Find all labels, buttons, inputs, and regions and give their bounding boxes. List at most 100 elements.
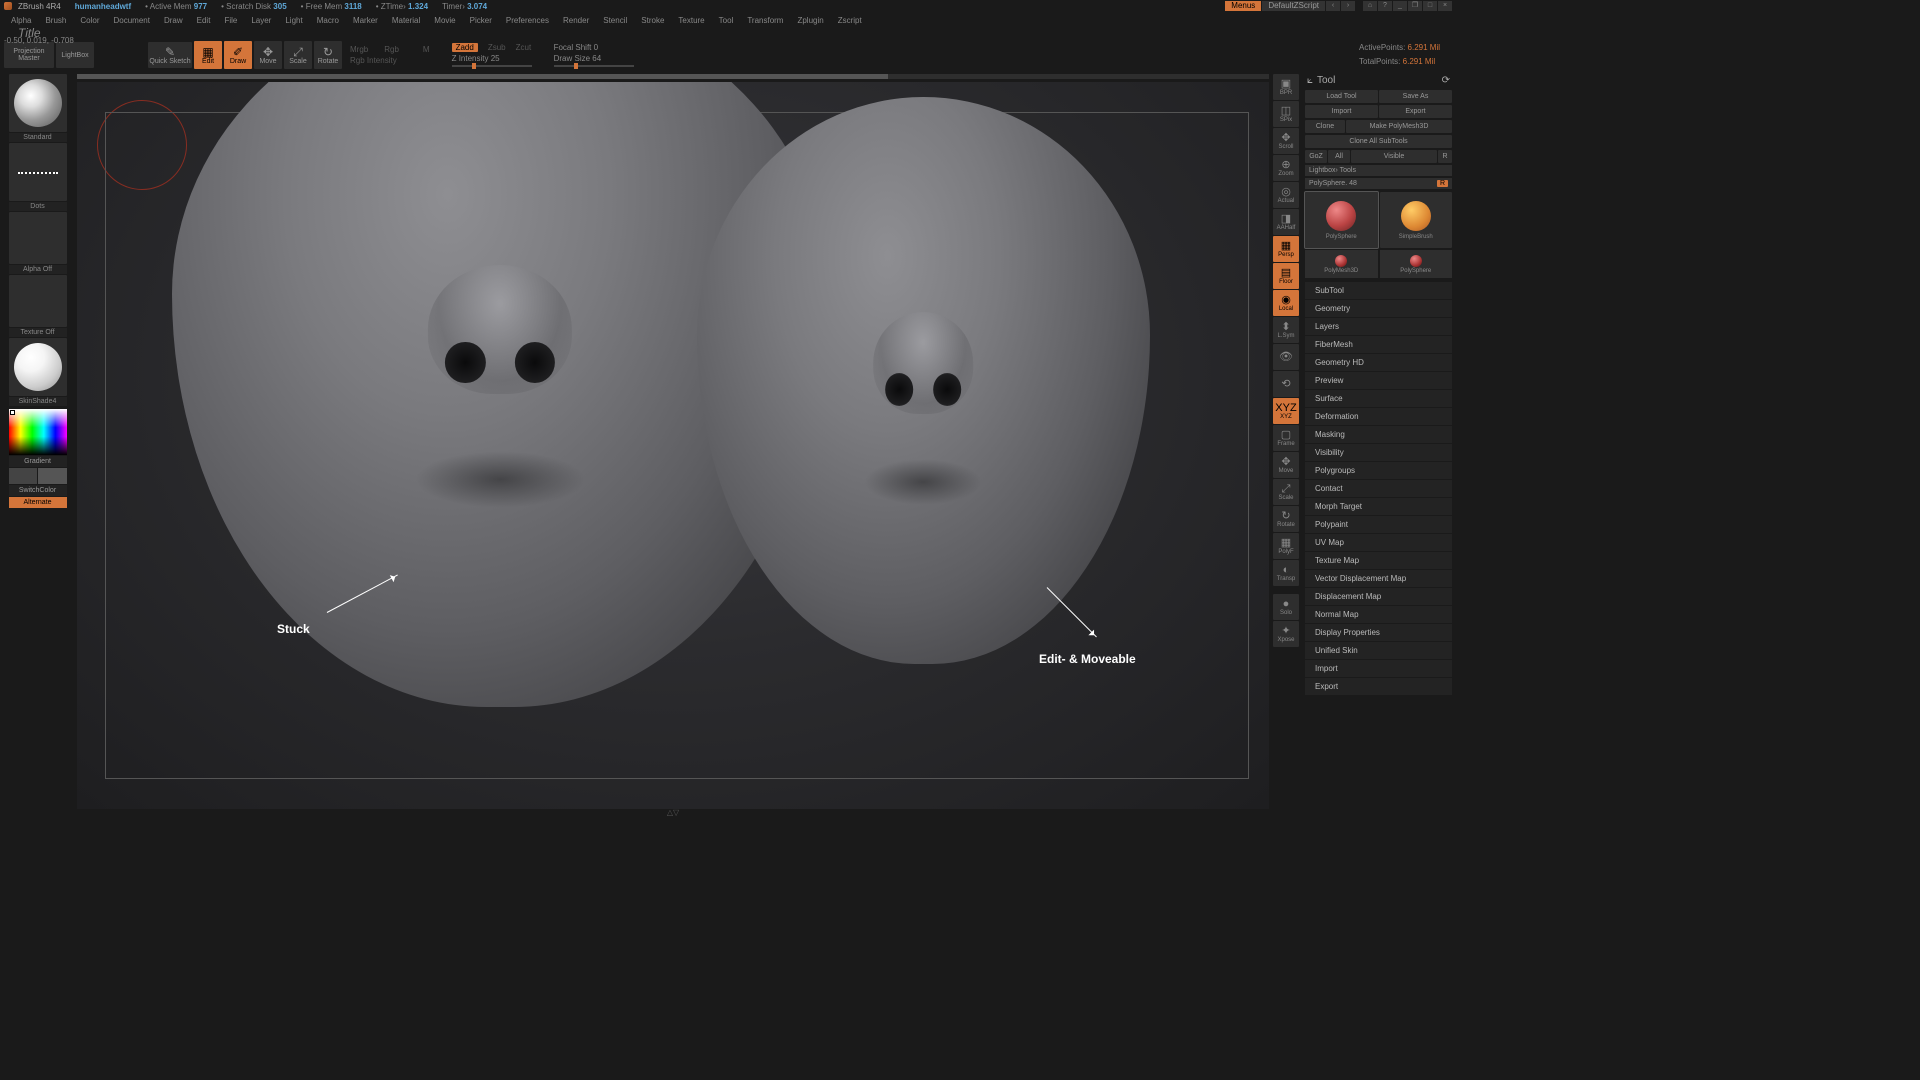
menu-zscript[interactable]: Zscript [831,16,869,25]
lightbox-tools-button[interactable]: Lightbox› Tools [1305,165,1452,176]
stroke-selector[interactable] [9,143,67,201]
goz-visible-button[interactable]: Visible [1351,150,1437,163]
menu-material[interactable]: Material [385,16,427,25]
section-export[interactable]: Export [1305,678,1452,695]
tool-thumb-SimpleBrush[interactable]: SimpleBrush [1380,192,1453,248]
z-intensity-slider[interactable] [452,65,532,67]
section-displacement-map[interactable]: Displacement Map [1305,588,1452,605]
tool-thumb-PolySphere[interactable]: PolySphere [1380,250,1453,278]
collapse-icon[interactable]: ⟳ [1442,75,1450,86]
shelf-persp[interactable]: ▦Persp [1273,236,1299,262]
shelf-bpr[interactable]: ▣BPR [1273,74,1299,100]
menu-layer[interactable]: Layer [244,16,278,25]
section-contact[interactable]: Contact [1305,480,1452,497]
shelf-spix[interactable]: ◫SPix [1273,101,1299,127]
quick-sketch-button[interactable]: ✎Quick Sketch [148,42,192,68]
default-zscript-button[interactable]: DefaultZScript [1262,1,1325,11]
import-button[interactable]: Import [1305,105,1378,118]
section-import[interactable]: Import [1305,660,1452,677]
tray-handle-icon[interactable]: △▽ [667,808,679,817]
rotate-button[interactable]: ↻Rotate [314,41,342,69]
move-button[interactable]: ✥Move [254,41,282,69]
shelf-frame[interactable]: ▢Frame [1273,425,1299,451]
section-morph-target[interactable]: Morph Target [1305,498,1452,515]
color-swatches[interactable] [9,468,67,484]
section-layers[interactable]: Layers [1305,318,1452,335]
section-polygroups[interactable]: Polygroups [1305,462,1452,479]
menu-macro[interactable]: Macro [310,16,346,25]
shelf-solo[interactable]: ●Solo [1273,594,1299,620]
alternate-button[interactable]: Alternate [9,497,67,508]
clone-all-subtools-button[interactable]: Clone All SubTools [1305,135,1452,148]
shelf-scroll[interactable]: ✥Scroll [1273,128,1299,154]
draw-size-slider[interactable] [554,65,634,67]
zadd-toggle[interactable]: Zadd [452,43,478,52]
menu-texture[interactable]: Texture [671,16,711,25]
min-icon[interactable]: _ [1393,1,1407,11]
menu-light[interactable]: Light [278,16,309,25]
clone-button[interactable]: Clone [1305,120,1345,133]
section-geometry[interactable]: Geometry [1305,300,1452,317]
zsub-toggle[interactable]: Zsub [488,43,506,52]
shelf-local[interactable]: ◉Local [1273,290,1299,316]
shelf-xyz[interactable]: XYZXYZ [1273,398,1299,424]
tool-thumb-PolyMesh3D[interactable]: PolyMesh3D [1305,250,1378,278]
current-tool-strip[interactable]: PolySphere. 48 R [1305,178,1452,189]
shelf-lsym[interactable]: ⬍L.Sym [1273,317,1299,343]
menu-tool[interactable]: Tool [712,16,741,25]
section-subtool[interactable]: SubTool [1305,282,1452,299]
menu-draw[interactable]: Draw [157,16,190,25]
section-geometry-hd[interactable]: Geometry HD [1305,354,1452,371]
shelf-actual[interactable]: ◎Actual [1273,182,1299,208]
section-uv-map[interactable]: UV Map [1305,534,1452,551]
menu-document[interactable]: Document [107,16,157,25]
texture-selector[interactable] [9,275,67,327]
shelf-zoom[interactable]: ⊕Zoom [1273,155,1299,181]
section-polypaint[interactable]: Polypaint [1305,516,1452,533]
switch-color-button[interactable]: SwitchColor [9,485,67,496]
shelf-scale[interactable]: ⤢Scale [1273,479,1299,505]
section-texture-map[interactable]: Texture Map [1305,552,1452,569]
m-toggle[interactable]: M [423,45,430,54]
projection-master-button[interactable]: Projection Master [4,42,54,68]
max-icon[interactable]: □ [1423,1,1437,11]
shelf-floor[interactable]: ▤Floor [1273,263,1299,289]
section-display-properties[interactable]: Display Properties [1305,624,1452,641]
shelf-transp[interactable]: ◐Transp [1273,560,1299,586]
menus-button[interactable]: Menus [1225,1,1261,11]
section-masking[interactable]: Masking [1305,426,1452,443]
material-selector[interactable] [9,338,67,396]
goz-all-button[interactable]: All [1328,150,1350,163]
menu-zplugin[interactable]: Zplugin [790,16,830,25]
draw-button[interactable]: ✐Draw [224,41,252,69]
export-button[interactable]: Export [1379,105,1452,118]
tool-thumb-PolySphere[interactable]: PolySphere [1305,192,1378,248]
color-picker[interactable] [9,409,67,455]
tool-r-badge[interactable]: R [1437,180,1448,187]
rgb-toggle[interactable]: Rgb [384,45,399,54]
shelf-polyf[interactable]: ▦PolyF [1273,533,1299,559]
scale-button[interactable]: ⤢Scale [284,41,312,69]
next-icon[interactable]: › [1341,1,1355,11]
menu-color[interactable]: Color [73,16,106,25]
restore-icon[interactable]: ❐ [1408,1,1422,11]
load-tool-button[interactable]: Load Tool [1305,90,1378,103]
menu-brush[interactable]: Brush [38,16,73,25]
shelf-move[interactable]: ✥Move [1273,452,1299,478]
section-fibermesh[interactable]: FiberMesh [1305,336,1452,353]
section-vector-displacement-map[interactable]: Vector Displacement Map [1305,570,1452,587]
menu-transform[interactable]: Transform [740,16,790,25]
help-icon[interactable]: ? [1378,1,1392,11]
shelf-aahalf[interactable]: ◨AAHalf [1273,209,1299,235]
menu-stroke[interactable]: Stroke [634,16,671,25]
shelf-[interactable]: 👁 [1273,344,1299,370]
shelf-[interactable]: ⟲ [1273,371,1299,397]
menu-file[interactable]: File [217,16,244,25]
menu-alpha[interactable]: Alpha [4,16,38,25]
alpha-selector[interactable] [9,212,67,264]
edit-button[interactable]: ▦Edit [194,41,222,69]
close-icon[interactable]: × [1438,1,1452,11]
zcut-toggle[interactable]: Zcut [516,43,532,52]
menu-edit[interactable]: Edit [190,16,218,25]
mrgb-toggle[interactable]: Mrgb [350,45,368,54]
